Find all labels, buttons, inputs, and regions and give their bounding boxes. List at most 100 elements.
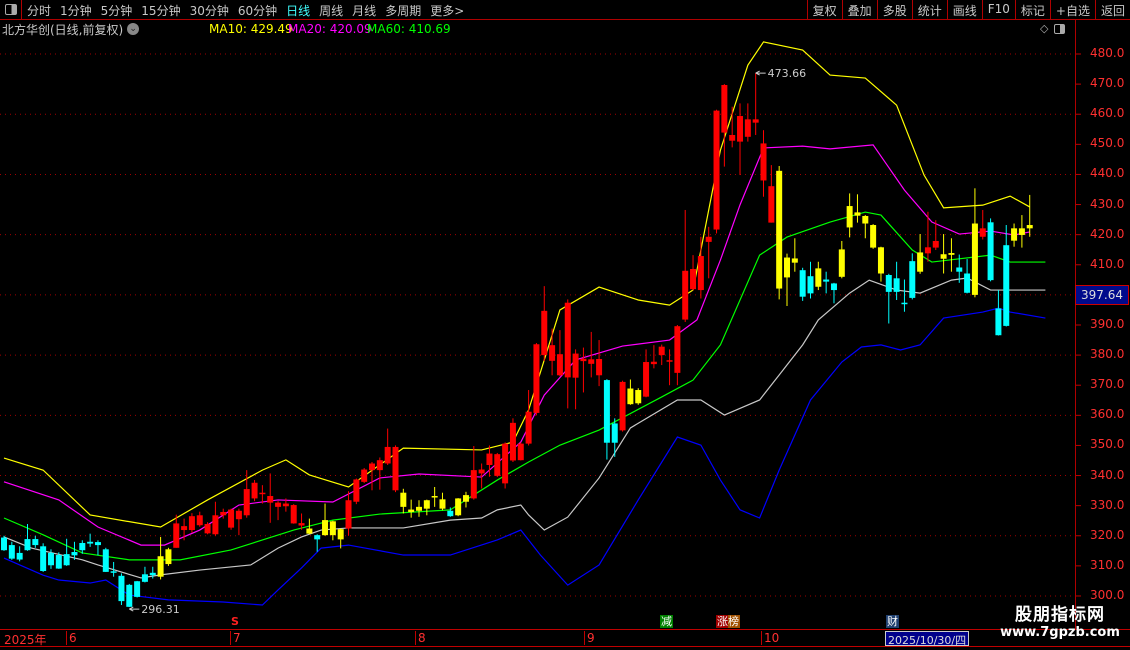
candle-body bbox=[275, 502, 282, 507]
candle-body bbox=[220, 511, 227, 516]
candle-body bbox=[408, 509, 415, 512]
candle-body bbox=[455, 498, 462, 516]
ma60-value: MA60: 410.69 bbox=[367, 22, 451, 36]
candle-body bbox=[901, 302, 908, 305]
date-axis: 2025年 6 7 8 9 10 2025/10/30/四 bbox=[0, 629, 1130, 647]
candle-body bbox=[619, 381, 626, 431]
reduce-event-badge[interactable]: 减 bbox=[660, 615, 673, 628]
candle-body bbox=[157, 556, 164, 577]
s-marker[interactable]: S bbox=[230, 615, 240, 628]
diamond-icon[interactable]: ◇ bbox=[1040, 22, 1048, 35]
y-tick-label: 470.0 bbox=[1090, 76, 1125, 91]
candle-body bbox=[1, 537, 7, 551]
candle-body bbox=[290, 505, 297, 524]
tab-60min[interactable]: 60分钟 bbox=[238, 2, 277, 19]
date-month: 7 bbox=[230, 631, 241, 645]
stock-title: 北方华创(日线,前复权) bbox=[2, 22, 124, 37]
candle-body bbox=[361, 469, 368, 482]
candle-body bbox=[971, 223, 978, 295]
mark-button[interactable]: 标记 bbox=[1014, 0, 1050, 19]
toolbar-right-buttons: 复权 叠加 多股 统计 画线 F10 标记 +自选 返回 bbox=[806, 0, 1130, 19]
candle-body bbox=[596, 359, 603, 376]
tab-weekly[interactable]: 周线 bbox=[319, 2, 343, 19]
add-watchlist-button[interactable]: +自选 bbox=[1049, 0, 1095, 19]
candle-body bbox=[1026, 225, 1033, 229]
candle-body bbox=[815, 268, 822, 287]
candle-body bbox=[181, 526, 188, 531]
candle-body bbox=[509, 422, 516, 461]
candle-body bbox=[314, 535, 321, 540]
candle-body bbox=[8, 545, 15, 559]
tab-1min[interactable]: 1分钟 bbox=[60, 2, 92, 19]
candle-body bbox=[1003, 245, 1010, 326]
f10-button[interactable]: F10 bbox=[981, 0, 1015, 19]
candle-body bbox=[439, 499, 446, 509]
candle-body bbox=[306, 528, 313, 534]
panel-icon[interactable] bbox=[1054, 24, 1066, 34]
candle-body bbox=[55, 555, 62, 569]
tab-15min[interactable]: 15分钟 bbox=[141, 2, 180, 19]
tab-multi-period[interactable]: 多周期 bbox=[385, 2, 421, 19]
y-tick-label: 480.0 bbox=[1090, 46, 1125, 60]
candle-body bbox=[729, 134, 736, 141]
tab-monthly[interactable]: 月线 bbox=[352, 2, 376, 19]
candle-body bbox=[126, 584, 133, 607]
candlestick-chart[interactable]: 473.66 296.31 bbox=[0, 0, 1130, 650]
y-tick-label: 350.0 bbox=[1090, 437, 1125, 452]
y-tick-label: 440.0 bbox=[1090, 166, 1125, 181]
candle-body bbox=[541, 310, 548, 356]
candle-body bbox=[415, 506, 422, 511]
candle-body bbox=[149, 572, 156, 576]
y-tick-label: 390.0 bbox=[1090, 316, 1125, 331]
candle-body bbox=[486, 453, 493, 466]
tab-fenshi[interactable]: 分时 bbox=[27, 2, 51, 19]
candle-body bbox=[40, 546, 47, 571]
candle-body bbox=[173, 523, 180, 548]
stock-info: 北方华创(日线,前复权) ⌄ bbox=[2, 21, 140, 37]
candle-body bbox=[118, 575, 125, 602]
cursor-date: 2025/10/30/四 bbox=[885, 631, 970, 647]
candle-body bbox=[682, 270, 689, 320]
rank-event-badge[interactable]: 涨榜 bbox=[716, 615, 740, 628]
candle-body bbox=[964, 273, 971, 293]
candle-body bbox=[71, 552, 78, 556]
candle-body bbox=[141, 574, 148, 582]
y-tick-label: 310.0 bbox=[1090, 557, 1125, 572]
candle-body bbox=[846, 206, 853, 228]
candle-body bbox=[556, 354, 563, 376]
tab-daily[interactable]: 日线 bbox=[286, 2, 310, 19]
date-year: 2025年 bbox=[4, 633, 47, 647]
overlay-button[interactable]: 叠加 bbox=[841, 0, 877, 19]
y-tick-label: 460.0 bbox=[1090, 106, 1125, 121]
candle-body bbox=[979, 228, 986, 237]
tab-5min[interactable]: 5分钟 bbox=[101, 2, 133, 19]
candle-body bbox=[447, 510, 454, 517]
statistics-button[interactable]: 统计 bbox=[911, 0, 947, 19]
candle-body bbox=[854, 212, 861, 216]
tab-more[interactable]: 更多> bbox=[430, 2, 464, 19]
candle-body bbox=[251, 482, 258, 499]
candle-body bbox=[697, 256, 704, 291]
candle-body bbox=[16, 552, 23, 560]
period-tabs: 分时 1分钟 5分钟 15分钟 30分钟 60分钟 日线 周线 月线 多周期 更… bbox=[27, 2, 464, 19]
ma20-value: MA20: 420.09 bbox=[288, 22, 372, 36]
candle-body bbox=[870, 225, 877, 248]
watermark-url: www.7gpzb.com bbox=[1000, 625, 1120, 640]
candle-body bbox=[329, 521, 336, 536]
chevron-down-icon[interactable]: ⌄ bbox=[127, 23, 140, 35]
finance-event-badge[interactable]: 财 bbox=[886, 615, 899, 628]
adjust-button[interactable]: 复权 bbox=[806, 0, 842, 19]
back-button[interactable]: 返回 bbox=[1094, 0, 1130, 19]
tab-30min[interactable]: 30分钟 bbox=[190, 2, 229, 19]
candle-body bbox=[423, 500, 430, 509]
candle-body bbox=[744, 119, 751, 137]
candle-body bbox=[713, 110, 720, 230]
candle-body bbox=[893, 278, 900, 292]
candle-body bbox=[643, 362, 650, 397]
candle-body bbox=[259, 492, 266, 495]
y-tick-label: 450.0 bbox=[1090, 136, 1125, 151]
layout-toggle-button[interactable] bbox=[0, 0, 22, 19]
multi-stock-button[interactable]: 多股 bbox=[876, 0, 912, 19]
date-month: 9 bbox=[584, 631, 595, 645]
draw-line-button[interactable]: 画线 bbox=[946, 0, 982, 19]
